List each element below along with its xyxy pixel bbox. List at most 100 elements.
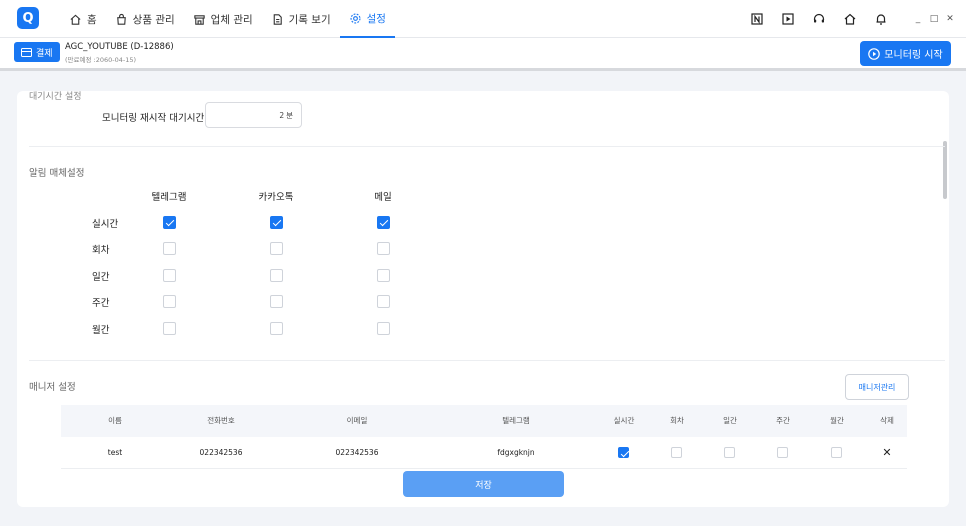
nav-item-2[interactable]: 업체 관리 [184,0,262,38]
alert-checkbox[interactable] [377,322,390,335]
nav-item-3[interactable]: 기록 보기 [262,0,340,38]
manager-alert-checkbox[interactable] [777,447,788,458]
toolbar: _ □ ✕ [741,0,966,38]
manager-alert-checkbox[interactable] [724,447,735,458]
restart-wait-input[interactable]: 2 분 [205,102,302,128]
alert-checkbox[interactable] [163,322,176,335]
manager-column-header: 이름 [108,416,122,425]
restart-wait-label: 모니터링 재시작 대기시간 [102,113,205,124]
main-nav: 홈 상품 관리 업체 관리 기록 보기 설정 [60,0,395,38]
window-controls: _ □ ✕ [912,13,956,25]
play-circle-icon [868,47,881,60]
alert-checkbox[interactable] [377,216,390,229]
bag-icon [116,13,126,25]
manager-column-header: 월간 [830,416,844,425]
top-navigation-bar: Q 홈 상품 관리 업체 관리 기록 보기 설정 _ □ ✕ [0,0,966,38]
nav-item-1[interactable]: 상품 관리 [106,0,184,38]
minimize-button[interactable]: _ [912,13,924,25]
alert-checkbox[interactable] [163,269,176,282]
settings-panel: 대기시간 설정 모니터링 재시작 대기시간 2 분 알림 매체설정 텔레그램 카카… [17,91,949,507]
manager-telegram-cell: fdgxgknjn [497,448,535,457]
delete-manager-button[interactable]: ✕ [882,437,891,469]
restart-wait-value: 2 [279,110,285,120]
manager-column-header: 주간 [776,416,790,425]
payment-button[interactable]: 결제 [14,42,60,62]
alert-checkbox[interactable] [270,295,283,308]
headset-icon [813,13,824,23]
alert-checkbox[interactable] [270,242,283,255]
maximize-button[interactable]: □ [928,13,940,25]
play-icon [781,13,794,25]
nav-item-label: 상품 관리 [132,13,175,26]
manager-settings-title: 매니저 설정 [29,382,76,393]
alert-checkbox[interactable] [377,295,390,308]
manager-phone-cell: 022342536 [199,448,243,457]
app-logo: Q [17,7,39,29]
home-icon [844,13,855,25]
nav-item-label: 기록 보기 [288,13,331,26]
nav-item-4[interactable]: 설정 [339,0,395,38]
alert-column-header: 메일 [374,192,392,203]
manager-column-header: 삭제 [880,416,894,425]
manager-column-header: 텔레그램 [502,416,530,425]
manager-table-header: 이름 전화번호 이메일 텔레그램 실시간 회차 일간 주간 월간 삭제 [61,405,907,437]
alert-checkbox[interactable] [377,242,390,255]
nav-item-label: 업체 관리 [210,13,253,26]
alert-media-title: 알림 매체설정 [29,168,85,179]
account-name: AGC_YOUTUBE (D-12886) [65,42,174,52]
manager-name-cell: test [107,448,123,457]
document-icon [273,13,282,25]
notion-icon [750,13,763,25]
manager-management-button[interactable]: 매니저관리 [845,374,909,400]
alert-checkbox[interactable] [270,269,283,282]
manager-alert-checkbox[interactable] [671,447,682,458]
nav-item-0[interactable]: 홈 [60,0,106,38]
card-icon [21,47,32,57]
start-monitoring-button[interactable]: 모니터링 시작 [860,41,951,66]
nav-item-label: 설정 [366,12,386,25]
home-icon [70,14,81,25]
close-button[interactable]: ✕ [944,13,956,25]
section-divider [29,360,945,361]
manager-alert-checkbox[interactable] [831,447,842,458]
alert-checkbox[interactable] [163,295,176,308]
alert-row-label: 실시간 [92,219,119,230]
gear-icon [350,12,361,24]
alert-checkbox[interactable] [270,322,283,335]
alert-checkbox[interactable] [377,269,390,282]
account-info: AGC_YOUTUBE (D-12886) (만료예정 :2060-04-15) [65,42,174,64]
store-icon [193,14,205,25]
scrollbar[interactable] [943,141,947,199]
account-bar: 결제 AGC_YOUTUBE (D-12886) (만료예정 :2060-04-… [0,38,966,71]
wait-section-title: 대기시간 설정 [29,92,82,102]
toolbar-button-bell[interactable] [865,0,896,38]
section-divider [29,146,945,147]
alert-checkbox[interactable] [270,216,283,229]
alert-column-header: 텔레그램 [151,192,187,203]
alert-row-label: 일간 [92,272,110,283]
bell-icon [876,14,885,25]
manager-column-header: 회차 [670,416,684,425]
start-monitoring-label: 모니터링 시작 [884,50,943,61]
payment-label: 결제 [36,48,53,59]
alert-row-label: 회차 [92,245,110,256]
save-button[interactable]: 저장 [403,471,564,497]
nav-item-label: 홈 [87,13,97,26]
alert-checkbox[interactable] [163,242,176,255]
toolbar-button-notion[interactable] [741,0,772,38]
manager-column-header: 실시간 [613,416,635,425]
toolbar-button-home[interactable] [834,0,865,38]
alert-row-label: 주간 [92,298,110,309]
manager-column-header: 전화번호 [207,416,235,425]
manager-email-cell: 022342536 [335,448,379,457]
account-expiry: (만료예정 :2060-04-15) [65,56,137,64]
alert-row-label: 월간 [92,325,110,336]
manager-column-header: 일간 [723,416,737,425]
toolbar-button-headset[interactable] [803,0,834,38]
alert-checkbox[interactable] [163,216,176,229]
manager-alert-checkbox[interactable] [618,447,629,458]
manager-column-header: 이메일 [346,416,368,425]
toolbar-button-play[interactable] [772,0,803,38]
alert-column-header: 카카오톡 [258,192,294,203]
table-row: test 022342536 022342536 fdgxgknjn ✕ [61,437,907,469]
